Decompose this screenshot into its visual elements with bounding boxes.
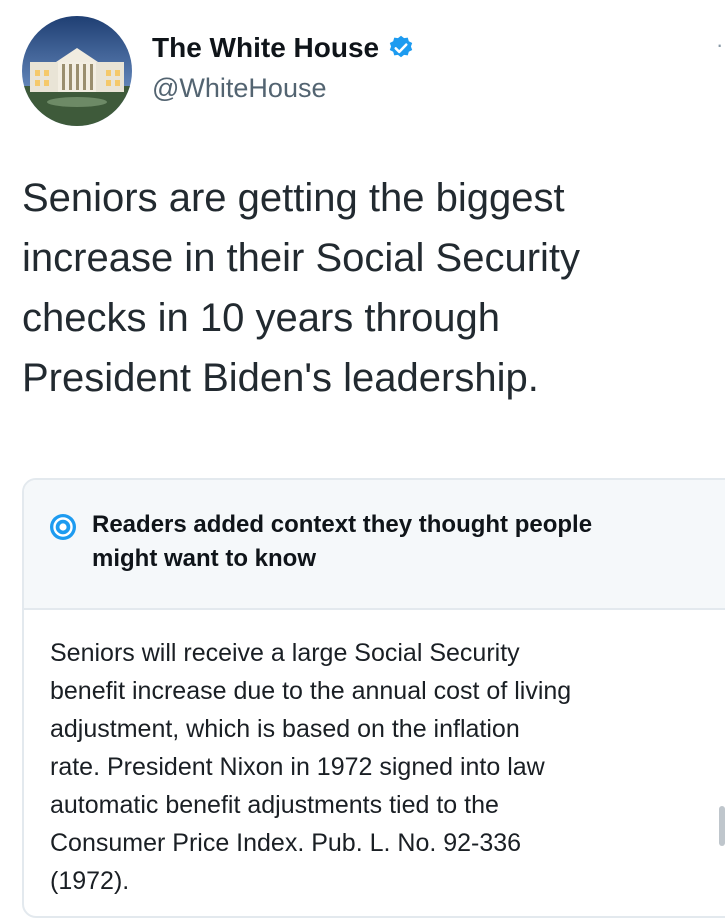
note-body-line: Seniors will receive a large Social Secu… bbox=[50, 639, 520, 667]
note-body-line: benefit increase due to the annual cost … bbox=[50, 677, 572, 705]
more-options-icon[interactable]: · bbox=[716, 34, 725, 56]
note-body-line: (1972). bbox=[50, 867, 130, 895]
tweet-text: Seniors are getting the biggest increase… bbox=[22, 168, 702, 408]
community-note-body: Seniors will receive a large Social Secu… bbox=[50, 634, 725, 900]
tweet-line: Seniors are getting the biggest bbox=[22, 176, 565, 220]
tweet-line: checks in 10 years through bbox=[22, 296, 501, 340]
avatar[interactable] bbox=[22, 16, 132, 126]
display-name[interactable]: The White House bbox=[152, 30, 379, 66]
white-house-photo bbox=[22, 16, 132, 126]
tweet-line: President Biden's leadership. bbox=[22, 356, 539, 400]
verified-badge-icon bbox=[387, 34, 415, 62]
note-body-line: automatic benefit adjustments tied to th… bbox=[50, 791, 499, 819]
note-body-line: adjustment, which is based on the inflat… bbox=[50, 715, 520, 743]
community-note-header: Readers added context they thought peopl… bbox=[24, 480, 725, 610]
tweet-line: increase in their Social Security bbox=[22, 236, 581, 280]
note-title-line: might want to know bbox=[92, 545, 316, 572]
community-notes-icon bbox=[48, 512, 78, 542]
author-name-row[interactable]: The White House bbox=[152, 30, 415, 66]
note-body-line: rate. President Nixon in 1972 signed int… bbox=[50, 753, 545, 781]
note-body-line: Consumer Price Index. Pub. L. No. 92-336 bbox=[50, 829, 522, 857]
author-handle[interactable]: @WhiteHouse bbox=[152, 71, 326, 105]
community-note-card[interactable]: Readers added context they thought peopl… bbox=[22, 478, 725, 918]
community-note-title: Readers added context they thought peopl… bbox=[92, 508, 725, 576]
note-title-line: Readers added context they thought peopl… bbox=[92, 511, 593, 538]
scrollbar-thumb[interactable] bbox=[719, 806, 725, 846]
